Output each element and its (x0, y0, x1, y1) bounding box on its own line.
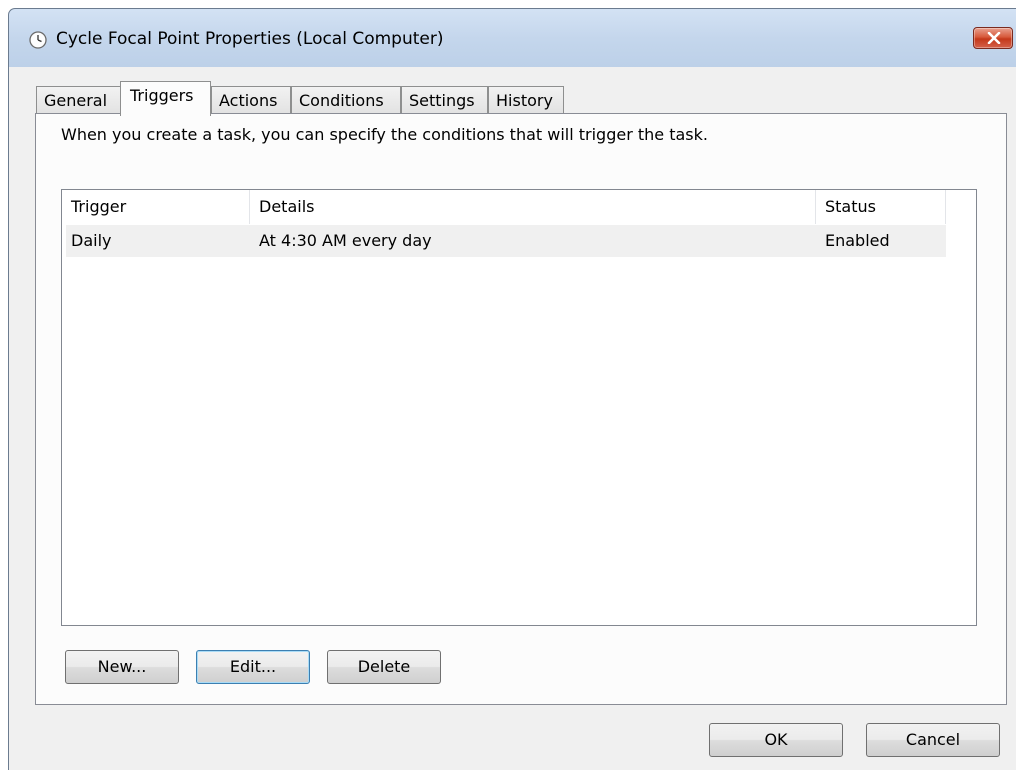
properties-dialog: Cycle Focal Point Properties (Local Comp… (8, 8, 1016, 770)
new-trigger-button[interactable]: New... (65, 650, 179, 684)
tab-actions[interactable]: Actions (211, 86, 291, 114)
clock-icon (28, 30, 48, 50)
cancel-button[interactable]: Cancel (866, 723, 1000, 757)
title-bar[interactable]: Cycle Focal Point Properties (Local Comp… (9, 9, 1016, 67)
details-cell: At 4:30 AM every day (259, 231, 432, 250)
trigger-cell: Daily (71, 231, 112, 250)
tab-general[interactable]: General (36, 86, 123, 114)
tab-triggers[interactable]: Triggers (120, 81, 211, 116)
column-header-trigger[interactable]: Trigger (62, 190, 250, 224)
triggers-tab-panel: When you create a task, you can specify … (35, 113, 1007, 705)
tab-settings[interactable]: Settings (401, 86, 488, 114)
close-icon (987, 32, 1001, 44)
list-header: Trigger Details Status (62, 190, 946, 224)
triggers-description: When you create a task, you can specify … (61, 125, 708, 144)
edit-trigger-button[interactable]: Edit... (196, 650, 310, 684)
ok-button[interactable]: OK (709, 723, 843, 757)
column-header-details[interactable]: Details (250, 190, 816, 224)
status-cell: Enabled (825, 231, 890, 250)
delete-trigger-button[interactable]: Delete (327, 650, 441, 684)
column-header-status[interactable]: Status (816, 190, 946, 224)
triggers-list[interactable]: Trigger Details Status Daily At 4:30 AM … (61, 189, 977, 626)
tab-conditions[interactable]: Conditions (291, 86, 401, 114)
close-button[interactable] (973, 27, 1013, 49)
dialog-client-area: General Triggers Actions Conditions Sett… (9, 67, 1016, 770)
window-title: Cycle Focal Point Properties (Local Comp… (56, 29, 444, 49)
tab-history[interactable]: History (488, 86, 564, 114)
table-row[interactable]: Daily At 4:30 AM every day Enabled (66, 225, 946, 257)
